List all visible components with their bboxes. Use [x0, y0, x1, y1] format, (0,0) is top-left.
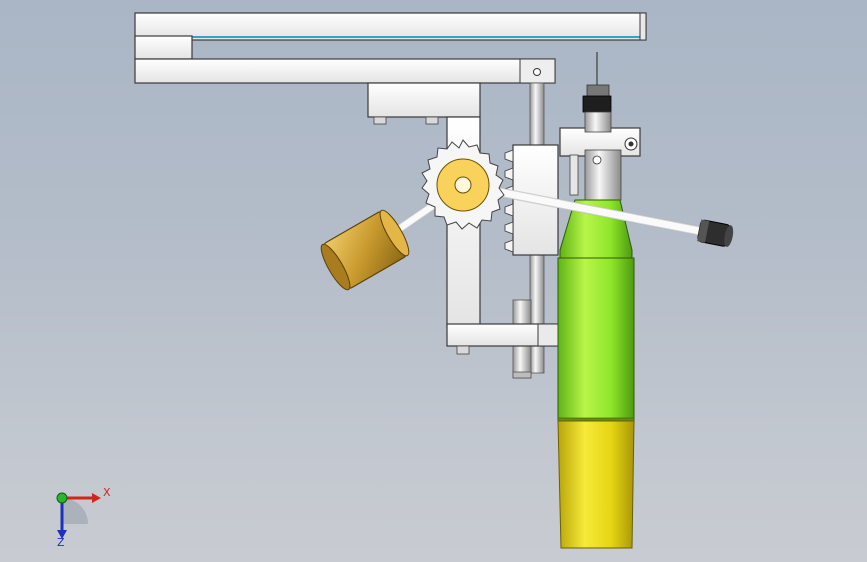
z-axis-label: Z	[57, 536, 65, 549]
tool-bit-icon[interactable]	[582, 52, 622, 201]
x-axis-label: X	[103, 486, 111, 499]
counterweight-icon[interactable]	[316, 207, 413, 293]
handle-knob-icon[interactable]	[697, 219, 735, 248]
coordinate-triad: X Z	[48, 480, 118, 550]
rotary-tool-icon[interactable]	[557, 199, 635, 549]
assembly-model[interactable]	[0, 0, 867, 562]
graphics-viewport[interactable]: X Z	[0, 0, 867, 562]
frame-arm-icon[interactable]	[134, 58, 556, 84]
gear-icon[interactable]	[421, 139, 505, 230]
frame-top-bar-icon[interactable]	[134, 12, 647, 60]
